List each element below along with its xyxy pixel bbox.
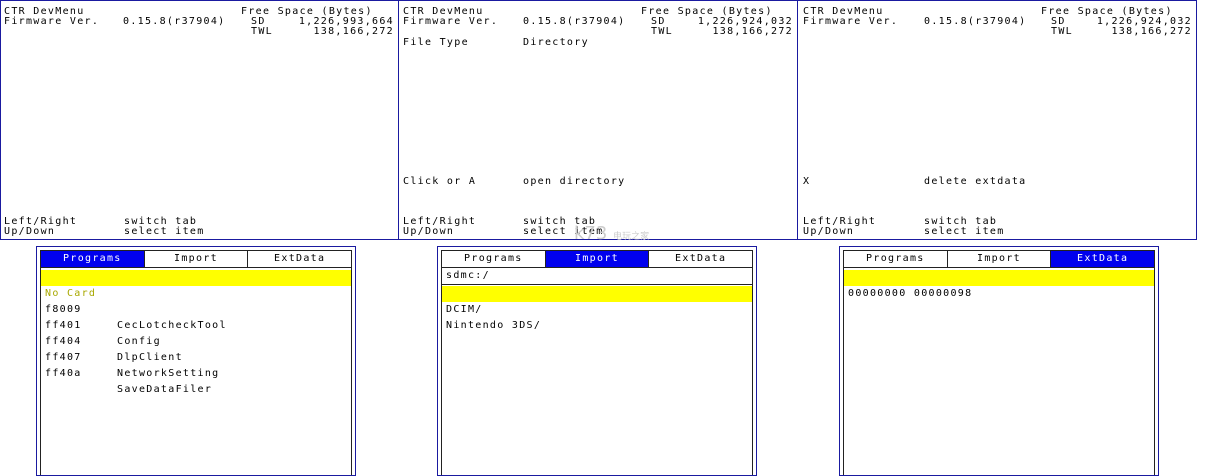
extdata-id: 00000000 00000098 bbox=[848, 288, 973, 299]
tab-import[interactable]: Import bbox=[545, 251, 650, 267]
action-key: Click or A bbox=[403, 176, 477, 187]
list-item[interactable]: 00000000 00000098 bbox=[844, 270, 1154, 299]
list-item[interactable]: ff401 Config bbox=[41, 302, 351, 347]
tab-programs[interactable]: Programs bbox=[442, 251, 546, 267]
firmware-label: Firmware Ver. bbox=[4, 16, 100, 27]
list-item-no-card[interactable]: No Card bbox=[41, 270, 351, 299]
folder-name: Nintendo 3DS/ bbox=[446, 320, 542, 331]
tab-bar: Programs Import ExtData bbox=[442, 251, 753, 268]
bottom-screen-programs: Programs Import ExtData No Card f8009 Ce… bbox=[36, 246, 356, 476]
hint-key-up-down: Up/Down bbox=[803, 226, 855, 237]
watermark-logo: k73 电玩之家 bbox=[574, 222, 649, 246]
firmware-value: 0.15.8(r37904) bbox=[924, 16, 1027, 27]
top-screen-programs: CTR DevMenu Firmware Ver. 0.15.8(r37904)… bbox=[0, 0, 399, 240]
firmware-value: 0.15.8(r37904) bbox=[123, 16, 226, 27]
list-item[interactable]: f8009 CecLotcheckTool bbox=[41, 286, 351, 331]
firmware-label: Firmware Ver. bbox=[403, 16, 499, 27]
program-name: SaveDataFiler bbox=[117, 384, 213, 395]
path-text: sdmc:/ bbox=[446, 270, 490, 281]
bottom-screen-extdata: Programs Import ExtData 00000000 0000009… bbox=[839, 246, 1159, 476]
hint-action-select-item: select item bbox=[924, 226, 1005, 237]
tab-import[interactable]: Import bbox=[144, 251, 249, 267]
tab-bar: Programs Import ExtData bbox=[41, 251, 352, 268]
bottom-screen-import: Programs Import ExtData sdmc:/ DCIM/ Nin… bbox=[437, 246, 757, 476]
list-item[interactable]: ff40a SaveDataFiler bbox=[41, 350, 351, 395]
list-item[interactable]: DCIM/ bbox=[442, 286, 752, 315]
hint-action-select-item: select item bbox=[124, 226, 205, 237]
current-path: sdmc:/ bbox=[442, 268, 752, 285]
twl-value: 138,166,272 bbox=[313, 26, 394, 37]
watermark-subtext: 电玩之家 bbox=[613, 232, 650, 242]
twl-value: 138,166,272 bbox=[1111, 26, 1192, 37]
tab-programs[interactable]: Programs bbox=[844, 251, 948, 267]
action-description: open directory bbox=[523, 176, 626, 187]
firmware-label: Firmware Ver. bbox=[803, 16, 899, 27]
twl-label: TWL bbox=[251, 26, 273, 37]
extdata-panel: Programs Import ExtData 00000000 0000009… bbox=[843, 250, 1155, 475]
watermark-text: k73 bbox=[574, 223, 608, 244]
action-description: delete extdata bbox=[924, 176, 1027, 187]
list-item[interactable]: ff404 DlpClient bbox=[41, 318, 351, 363]
top-screen-extdata: CTR DevMenu Firmware Ver. 0.15.8(r37904)… bbox=[797, 0, 1197, 240]
tab-extdata[interactable]: ExtData bbox=[1051, 251, 1155, 267]
program-name: NetworkSetting bbox=[117, 368, 220, 379]
file-type-label: File Type bbox=[403, 37, 469, 48]
tab-import[interactable]: Import bbox=[947, 251, 1052, 267]
import-panel: Programs Import ExtData sdmc:/ DCIM/ Nin… bbox=[441, 250, 753, 475]
top-screen-import: CTR DevMenu Firmware Ver. 0.15.8(r37904)… bbox=[398, 0, 798, 240]
firmware-value: 0.15.8(r37904) bbox=[523, 16, 626, 27]
program-id: ff40a bbox=[45, 368, 82, 379]
hint-key-up-down: Up/Down bbox=[403, 226, 455, 237]
list-item[interactable]: Nintendo 3DS/ bbox=[442, 302, 752, 331]
tab-bar: Programs Import ExtData bbox=[844, 251, 1155, 268]
programs-panel: Programs Import ExtData No Card f8009 Ce… bbox=[40, 250, 352, 475]
twl-value: 138,166,272 bbox=[712, 26, 793, 37]
twl-label: TWL bbox=[1051, 26, 1073, 37]
twl-label: TWL bbox=[651, 26, 673, 37]
tab-extdata[interactable]: ExtData bbox=[649, 251, 753, 267]
tab-programs[interactable]: Programs bbox=[41, 251, 145, 267]
action-key: X bbox=[803, 176, 811, 187]
hint-key-up-down: Up/Down bbox=[4, 226, 56, 237]
list-item[interactable]: ff407 NetworkSetting bbox=[41, 334, 351, 379]
file-type-value: Directory bbox=[523, 37, 589, 48]
tab-extdata[interactable]: ExtData bbox=[248, 251, 352, 267]
